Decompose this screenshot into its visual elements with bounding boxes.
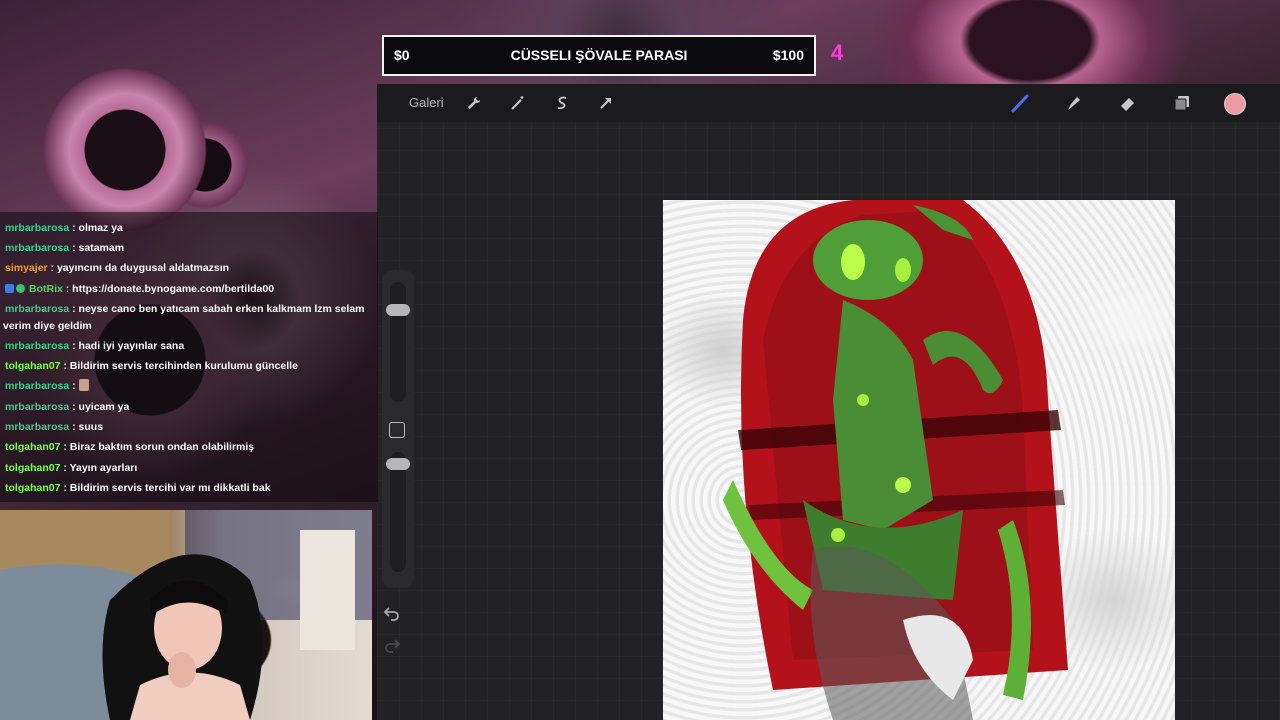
- chat-text: : https://donate.bynogame.com/bertilda00: [65, 283, 275, 295]
- chat-text: : hadi iyi yayınlar sana: [72, 340, 185, 352]
- chat-message: mrbarbarosa : hadi iyi yayınlar sana: [5, 338, 375, 355]
- chat-message: mrbarbarosa : uyicam ya: [5, 399, 375, 416]
- goal-max: $100: [772, 47, 804, 63]
- redo-icon[interactable]: [383, 636, 405, 658]
- chat-message: mrbarbarosa : olmaz ya: [5, 220, 375, 237]
- chat-username: mrbarbarosa: [5, 242, 70, 254]
- procreate-toolbar: Galeri: [377, 84, 1280, 122]
- chat-username: tolgahan07: [5, 441, 61, 453]
- brush-size-knob[interactable]: [386, 304, 410, 316]
- chat-username: mrbarbarosa: [5, 401, 70, 413]
- opacity-slider[interactable]: [386, 452, 410, 572]
- chat-text: : Yayın ayarları: [63, 462, 138, 474]
- webcam-feed: [0, 510, 372, 720]
- layers-icon[interactable]: [1171, 92, 1193, 114]
- chat-text: : Bildirim servis tercihi var mı dikkatl…: [63, 482, 271, 494]
- brush-size-slider[interactable]: [386, 282, 410, 402]
- chat-username: mrbarbarosa: [5, 380, 70, 392]
- chat-overlay: mrbarbarosa : olmaz ya mrbarbarosa : sat…: [0, 212, 378, 502]
- brush-icon[interactable]: [1009, 92, 1031, 114]
- donation-goal-bar: $0 CÜSSELI ŞÖVALE PARASI $100: [382, 35, 816, 76]
- chat-message: mrbarbarosa : suus: [5, 419, 375, 436]
- drawing-canvas[interactable]: [663, 200, 1175, 720]
- chat-username: tolgahan07: [5, 482, 61, 494]
- chat-username: tolgahan07: [5, 360, 61, 372]
- chat-text: : yayıncını da duygusal aldatmazsın: [50, 262, 230, 274]
- undo-icon[interactable]: [383, 604, 405, 626]
- goal-title: CÜSSELI ŞÖVALE PARASI: [510, 47, 688, 63]
- chat-message: mrbarbarosa :: [5, 378, 375, 395]
- magic-wand-icon[interactable]: [507, 92, 529, 114]
- eyedropper-square-button[interactable]: [389, 422, 405, 438]
- chat-username: mrbarbarosa: [5, 340, 70, 352]
- chat-message: tolgahan07 : Biraz baktım sorun ondan ol…: [5, 439, 375, 456]
- chat-message: tolgahan07 : Yayın ayarları: [5, 460, 375, 477]
- artwork-illustration: [723, 200, 1068, 720]
- opacity-knob[interactable]: [386, 458, 410, 470]
- chat-username: mrbarbarosa: [5, 421, 70, 433]
- chat-username: mrbarbarosa: [5, 222, 70, 234]
- chat-message: simyajer : yayıncını da duygusal aldatma…: [5, 260, 375, 277]
- chat-message: mrbarbarosa : neyse cano ben yatıcam sab…: [3, 301, 373, 335]
- gallery-button[interactable]: Galeri: [409, 95, 444, 110]
- chat-message: BotRix : https://donate.bynogame.com/ber…: [5, 281, 375, 298]
- selection-icon[interactable]: [551, 92, 573, 114]
- chat-username: mrbarbarosa: [5, 303, 70, 315]
- chat-username: tolgahan07: [5, 462, 61, 474]
- chat-text: :: [72, 380, 76, 392]
- chat-text: : Bildirim servis tercihinden kurulumu g…: [63, 360, 298, 372]
- chat-emote-icon: [78, 379, 89, 391]
- goal-count: 4: [831, 40, 844, 65]
- chat-text: : uyicam ya: [72, 401, 130, 413]
- verified-badge-icon: [16, 284, 25, 293]
- bot-badge-icon: [5, 284, 14, 293]
- chat-username: BotRix: [29, 283, 63, 295]
- smudge-icon[interactable]: [1063, 92, 1085, 114]
- webcam-scene: [0, 510, 372, 720]
- chat-text: : satamam: [72, 242, 125, 254]
- chat-message: tolgahan07 : Bildirim servis tercihi var…: [5, 480, 375, 497]
- chat-username: simyajer: [5, 262, 48, 274]
- chat-message: tolgahan07 : Bildirim servis tercihinden…: [5, 358, 375, 375]
- procreate-app: Galeri: [377, 84, 1280, 720]
- color-picker-button[interactable]: [1224, 93, 1246, 115]
- chat-text: : olmaz ya: [72, 222, 123, 234]
- chat-text: : Biraz baktım sorun ondan olabilirmiş: [63, 441, 255, 453]
- chat-message: mrbarbarosa : satamam: [5, 240, 375, 257]
- transform-arrow-icon[interactable]: [595, 92, 617, 114]
- chat-text: : suus: [72, 421, 104, 433]
- procreate-sidebar: [382, 270, 414, 588]
- wrench-icon[interactable]: [463, 92, 485, 114]
- eraser-icon[interactable]: [1117, 92, 1139, 114]
